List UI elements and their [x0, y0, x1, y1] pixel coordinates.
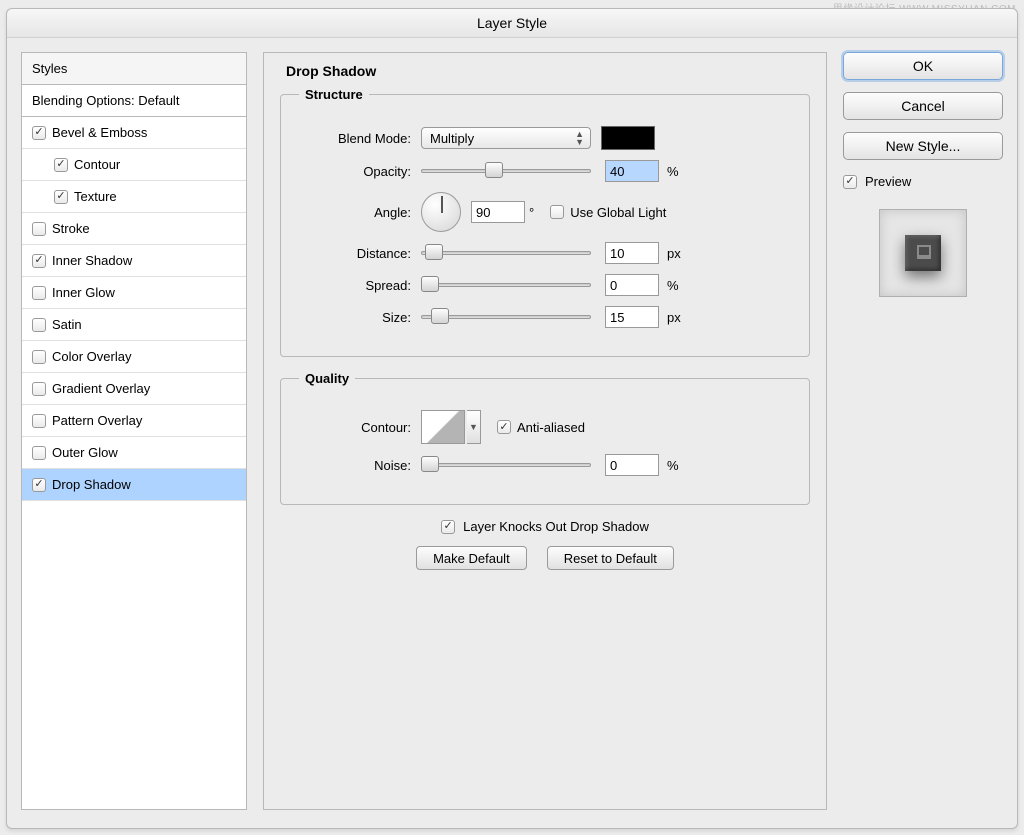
sidebar-item-label: Texture [74, 189, 117, 204]
sidebar-item-drop-shadow[interactable]: Drop Shadow [22, 469, 246, 501]
checkbox-icon[interactable] [32, 318, 46, 332]
sidebar-item-texture[interactable]: Texture [22, 181, 246, 213]
distance-label: Distance: [299, 246, 411, 261]
angle-dial[interactable] [421, 192, 461, 232]
quality-legend: Quality [299, 371, 355, 386]
spread-slider[interactable] [421, 278, 591, 292]
noise-unit: % [667, 458, 679, 473]
sidebar-item-label: Drop Shadow [52, 477, 131, 492]
angle-input[interactable] [471, 201, 525, 223]
checkbox-icon[interactable] [32, 446, 46, 460]
global-light-label: Use Global Light [570, 205, 666, 220]
preview-thumbnail [879, 209, 967, 297]
checkbox-icon[interactable] [32, 126, 46, 140]
noise-input[interactable] [605, 454, 659, 476]
blend-mode-value: Multiply [430, 131, 474, 146]
window-title: Layer Style [7, 9, 1017, 38]
dialog-buttons: OK Cancel New Style... Preview [843, 52, 1003, 297]
spread-input[interactable] [605, 274, 659, 296]
sidebar-item-label: Gradient Overlay [52, 381, 150, 396]
distance-slider[interactable] [421, 246, 591, 260]
structure-group: Structure Blend Mode: Multiply ▲▼ Opacit… [280, 87, 810, 357]
opacity-input[interactable] [605, 160, 659, 182]
angle-label: Angle: [299, 205, 411, 220]
sidebar-item-pattern-overlay[interactable]: Pattern Overlay [22, 405, 246, 437]
size-unit: px [667, 310, 681, 325]
sidebar-item-contour[interactable]: Contour [22, 149, 246, 181]
sidebar-item-satin[interactable]: Satin [22, 309, 246, 341]
layer-style-dialog: Layer Style Styles Blending Options: Def… [6, 8, 1018, 829]
blending-options[interactable]: Blending Options: Default [22, 85, 246, 117]
spread-label: Spread: [299, 278, 411, 293]
preview-swatch-icon [905, 235, 941, 271]
opacity-unit: % [667, 164, 679, 179]
checkbox-icon[interactable] [54, 190, 68, 204]
checkbox-icon[interactable] [32, 478, 46, 492]
knockout-label: Layer Knocks Out Drop Shadow [463, 519, 649, 534]
checkbox-icon[interactable] [32, 414, 46, 428]
antialiased-label: Anti-aliased [517, 420, 585, 435]
distance-input[interactable] [605, 242, 659, 264]
new-style-button[interactable]: New Style... [843, 132, 1003, 160]
preview-label: Preview [865, 174, 911, 189]
sidebar-item-label: Satin [52, 317, 82, 332]
sidebar-item-label: Bevel & Emboss [52, 125, 147, 140]
noise-label: Noise: [299, 458, 411, 473]
reset-default-button[interactable]: Reset to Default [547, 546, 674, 570]
sidebar-item-label: Inner Shadow [52, 253, 132, 268]
blend-mode-select[interactable]: Multiply ▲▼ [421, 127, 591, 149]
sidebar-item-inner-glow[interactable]: Inner Glow [22, 277, 246, 309]
cancel-button[interactable]: Cancel [843, 92, 1003, 120]
spread-unit: % [667, 278, 679, 293]
effect-panel: Drop Shadow Structure Blend Mode: Multip… [263, 52, 827, 810]
contour-label: Contour: [299, 420, 411, 435]
make-default-button[interactable]: Make Default [416, 546, 527, 570]
sidebar-item-outer-glow[interactable]: Outer Glow [22, 437, 246, 469]
opacity-slider[interactable] [421, 164, 591, 178]
sidebar-header[interactable]: Styles [22, 53, 246, 85]
chevron-updown-icon: ▲▼ [575, 130, 584, 146]
quality-group: Quality Contour: ▼ Anti-aliased Noise: % [280, 371, 810, 505]
sidebar-item-color-overlay[interactable]: Color Overlay [22, 341, 246, 373]
sidebar-item-label: Contour [74, 157, 120, 172]
sidebar-item-label: Color Overlay [52, 349, 131, 364]
sidebar-item-bevel-emboss[interactable]: Bevel & Emboss [22, 117, 246, 149]
size-slider[interactable] [421, 310, 591, 324]
sidebar-item-inner-shadow[interactable]: Inner Shadow [22, 245, 246, 277]
checkbox-icon[interactable] [32, 222, 46, 236]
sidebar-item-label: Outer Glow [52, 445, 118, 460]
checkbox-icon[interactable] [32, 382, 46, 396]
contour-picker[interactable] [421, 410, 465, 444]
preview-checkbox[interactable] [843, 175, 857, 189]
panel-title: Drop Shadow [280, 63, 810, 79]
sidebar-item-stroke[interactable]: Stroke [22, 213, 246, 245]
sidebar-item-label: Inner Glow [52, 285, 115, 300]
size-label: Size: [299, 310, 411, 325]
distance-unit: px [667, 246, 681, 261]
global-light-checkbox[interactable] [550, 205, 564, 219]
antialiased-checkbox[interactable] [497, 420, 511, 434]
sidebar-item-label: Pattern Overlay [52, 413, 142, 428]
sidebar-item-label: Stroke [52, 221, 90, 236]
shadow-color-swatch[interactable] [601, 126, 655, 150]
structure-legend: Structure [299, 87, 369, 102]
blend-mode-label: Blend Mode: [299, 131, 411, 146]
checkbox-icon[interactable] [32, 286, 46, 300]
angle-unit: ° [529, 205, 534, 220]
checkbox-icon[interactable] [54, 158, 68, 172]
contour-dropdown-icon[interactable]: ▼ [467, 410, 481, 444]
knockout-checkbox[interactable] [441, 520, 455, 534]
checkbox-icon[interactable] [32, 254, 46, 268]
opacity-label: Opacity: [299, 164, 411, 179]
ok-button[interactable]: OK [843, 52, 1003, 80]
noise-slider[interactable] [421, 458, 591, 472]
sidebar-item-gradient-overlay[interactable]: Gradient Overlay [22, 373, 246, 405]
checkbox-icon[interactable] [32, 350, 46, 364]
size-input[interactable] [605, 306, 659, 328]
styles-sidebar: Styles Blending Options: Default Bevel &… [21, 52, 247, 810]
